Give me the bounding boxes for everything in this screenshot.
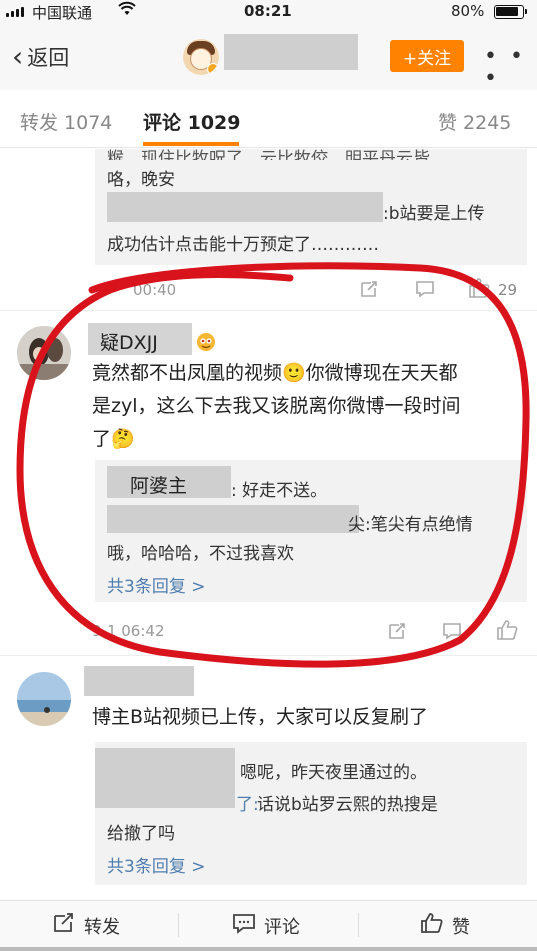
comment-icon (232, 912, 256, 939)
divider (0, 310, 537, 311)
emoji-badge-icon (195, 330, 217, 352)
tab-bar: 转发 1074 评论 1029 赞 2245 (0, 90, 537, 148)
more-replies-link[interactable]: 共3条回复 > (107, 852, 205, 877)
divider (0, 655, 537, 656)
avatar[interactable] (17, 326, 71, 380)
like-icon (420, 912, 444, 939)
like-icon[interactable] (468, 277, 490, 299)
comment-time: 00:40 (133, 281, 177, 299)
username[interactable]: 疑DXJJ (100, 328, 158, 355)
battery-icon (494, 5, 527, 19)
follow-button[interactable]: +关注 (390, 40, 464, 72)
reply-text: :b站要是上传 (383, 204, 485, 224)
tab-likes[interactable]: 赞 2245 (438, 108, 511, 135)
like-label: 赞 (452, 916, 470, 938)
separator (358, 913, 359, 937)
carrier-label: 中国联通 (32, 4, 93, 22)
back-label: 返回 (27, 46, 70, 70)
repost-icon[interactable] (359, 279, 379, 299)
redacted-username (84, 666, 194, 696)
separator (178, 913, 179, 937)
redacted-username (107, 192, 383, 222)
bottom-action-bar: 转发 评论 赞 (0, 900, 537, 947)
avatar[interactable] (183, 39, 219, 75)
comment-icon[interactable] (442, 621, 462, 641)
more-icon[interactable]: • • • (484, 46, 537, 90)
comment-button[interactable]: 评论 (232, 912, 300, 939)
nav-bar: ‹ 返回 +关注 • • • (0, 24, 537, 90)
reply-text: 成功估计点击能十万预定了………… (107, 235, 379, 255)
comment-text-line3: 了🤔 (92, 428, 135, 450)
status-bar: 中国联通 08:21 80% (0, 0, 537, 24)
repost-icon[interactable] (387, 621, 407, 641)
reply-text: 咯，晚安 (107, 170, 175, 190)
repost-label: 转发 (84, 916, 120, 938)
signal-icon (6, 7, 24, 17)
comment-icon[interactable] (415, 279, 435, 299)
redacted-username (224, 34, 358, 70)
reply-username[interactable]: 阿婆主 (130, 471, 187, 498)
like-button[interactable]: 赞 (420, 912, 470, 939)
comment-text-line2: 是zyl，这么下去我又该脱离你微博一段时间 (92, 395, 461, 417)
like-icon[interactable] (496, 619, 518, 641)
clipped-text: 糇，现住比牧呪了，云比牧佼，明平丹云皆 (107, 149, 430, 160)
reply-text: 嗯呢，昨天夜里通过的。 (240, 763, 427, 783)
reply-text: 话说b站罗云熙的热搜是 (257, 795, 438, 815)
battery-percent: 80% (451, 2, 485, 20)
wifi-icon (118, 1, 136, 21)
repost-icon (52, 912, 76, 939)
comment-text-line1: 博主B站视频已上传，大家可以反复刷了 (92, 706, 429, 728)
reply-text: : 好走不送。 (231, 481, 328, 501)
redacted-username (95, 748, 235, 808)
bottom-edge (0, 947, 537, 951)
redacted-username (107, 505, 359, 533)
comment-label: 评论 (264, 916, 300, 938)
reply-text: 尖:笔尖有点绝情 (348, 515, 473, 535)
reply-text: 哦，哈哈哈，不过我喜欢 (107, 544, 294, 564)
comment-text-line1: 竟然都不出凤凰的视频🙂你微博现在天天都 (92, 362, 458, 384)
clock: 08:21 (244, 2, 292, 20)
comment-time: 9-1 06:42 (92, 622, 165, 640)
tab-comments[interactable]: 评论 1029 (143, 108, 241, 135)
tab-repost[interactable]: 转发 1074 (20, 108, 112, 135)
chevron-left-icon: ‹ (12, 40, 24, 73)
like-count: 29 (498, 281, 518, 299)
reply-text: 给撤了吗 (107, 824, 175, 844)
more-replies-link[interactable]: 共3条回复 > (107, 572, 205, 597)
repost-button[interactable]: 转发 (52, 912, 120, 939)
back-button[interactable]: ‹ 返回 (12, 42, 69, 72)
reply-username-tail[interactable]: 了: (236, 790, 259, 815)
avatar[interactable] (17, 672, 71, 726)
